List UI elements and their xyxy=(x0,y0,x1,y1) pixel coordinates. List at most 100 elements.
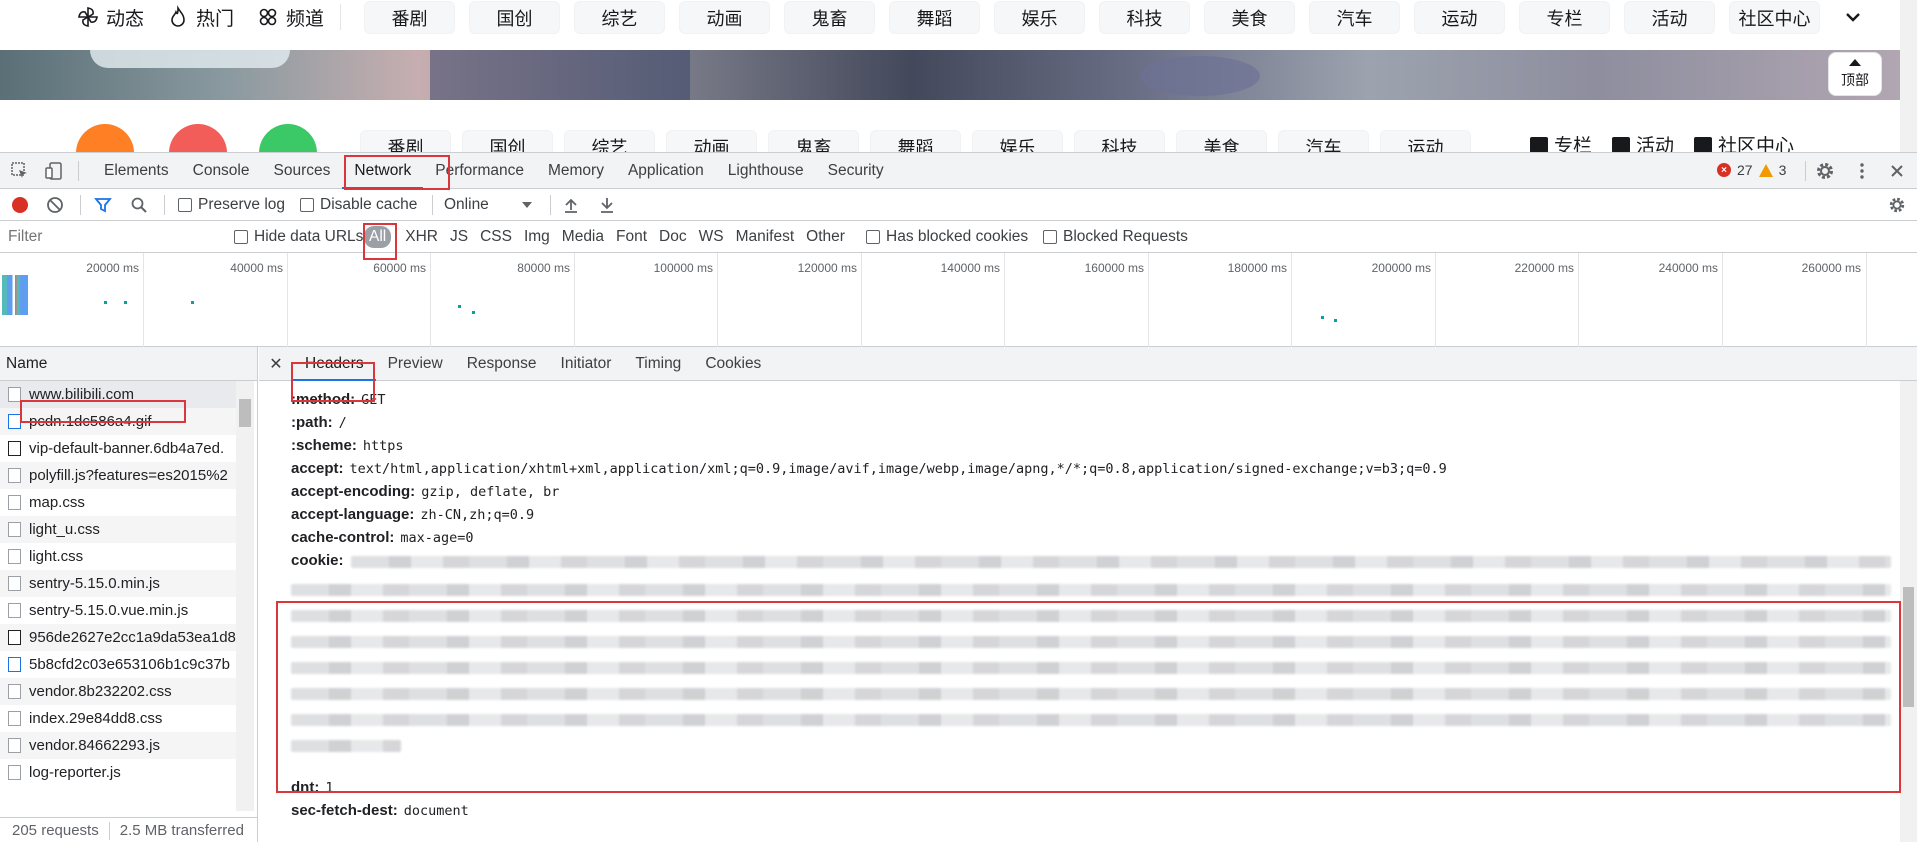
tab-security[interactable]: Security xyxy=(816,153,896,189)
category-button[interactable]: 科技 xyxy=(1099,1,1190,34)
request-row[interactable]: polyfill.js?features=es2015%2 xyxy=(0,462,236,489)
request-row[interactable]: light_u.css xyxy=(0,516,236,543)
record-icon[interactable] xyxy=(12,197,28,213)
scrollbar-thumb[interactable] xyxy=(1903,587,1914,707)
request-list-scrollbar[interactable] xyxy=(236,381,254,811)
filter-funnel-icon[interactable] xyxy=(94,196,112,214)
request-row[interactable]: log-reporter.js xyxy=(0,759,236,786)
request-row[interactable]: vendor.8b232202.css xyxy=(0,678,236,705)
filter-manifest[interactable]: Manifest xyxy=(730,228,801,246)
category-circle-icon[interactable] xyxy=(259,124,317,152)
disable-cache-option[interactable]: Disable cache xyxy=(300,189,417,221)
filter-ws[interactable]: WS xyxy=(693,228,730,246)
filter-css[interactable]: CSS xyxy=(474,228,518,246)
category-button[interactable]: 运动 xyxy=(1380,130,1471,152)
detail-scrollbar[interactable] xyxy=(1900,381,1917,842)
link-community[interactable]: 社区中心 xyxy=(1694,131,1794,152)
chevron-down-icon[interactable] xyxy=(1842,6,1864,28)
category-button[interactable]: 社区中心 xyxy=(1729,1,1820,34)
category-button[interactable]: 国创 xyxy=(469,1,560,34)
category-button[interactable]: 鬼畜 xyxy=(784,1,875,34)
category-button[interactable]: 娱乐 xyxy=(994,1,1085,34)
category-button[interactable]: 国创 xyxy=(462,130,553,152)
search-icon[interactable] xyxy=(130,196,148,214)
has-blocked-cookies-option[interactable]: Has blocked cookies xyxy=(866,221,1028,253)
category-button[interactable]: 运动 xyxy=(1414,1,1505,34)
issues-counter[interactable]: × 27 3 xyxy=(1717,162,1786,178)
category-button[interactable]: 动画 xyxy=(679,1,770,34)
preserve-log-option[interactable]: Preserve log xyxy=(178,189,285,221)
back-to-top-button[interactable]: 顶部 xyxy=(1828,52,1882,96)
more-options-icon[interactable] xyxy=(1852,161,1872,181)
throttling-select[interactable]: Online xyxy=(444,189,532,221)
link-activity[interactable]: 活动 xyxy=(1612,131,1674,152)
category-button[interactable]: 动画 xyxy=(666,130,757,152)
nav-dynamic[interactable]: 动态 xyxy=(76,4,144,31)
filter-js[interactable]: JS xyxy=(444,228,474,246)
tab-network[interactable]: Network xyxy=(342,153,424,189)
filter-media[interactable]: Media xyxy=(556,228,610,246)
blocked-requests-option[interactable]: Blocked Requests xyxy=(1043,221,1188,253)
clear-icon[interactable] xyxy=(46,196,64,214)
request-row[interactable]: 956de2627e2cc1a9da53ea1d8 xyxy=(0,624,236,651)
tab-timing[interactable]: Timing xyxy=(623,347,693,381)
settings-gear-icon[interactable] xyxy=(1815,161,1835,181)
nav-hot[interactable]: 热门 xyxy=(166,4,234,31)
category-button[interactable]: 科技 xyxy=(1074,130,1165,152)
tab-memory[interactable]: Memory xyxy=(536,153,616,189)
filter-other[interactable]: Other xyxy=(800,228,851,246)
filter-img[interactable]: Img xyxy=(518,228,556,246)
tab-headers[interactable]: Headers xyxy=(293,347,376,381)
category-button[interactable]: 舞蹈 xyxy=(870,130,961,152)
category-button[interactable]: 娱乐 xyxy=(972,130,1063,152)
close-detail-icon[interactable]: ✕ xyxy=(259,354,293,374)
category-circle-icon[interactable] xyxy=(169,124,227,152)
filter-doc[interactable]: Doc xyxy=(653,228,693,246)
device-toolbar-icon[interactable] xyxy=(44,161,64,181)
hide-data-urls-checkbox[interactable] xyxy=(234,230,248,244)
category-button[interactable]: 汽车 xyxy=(1309,1,1400,34)
network-overview-timeline[interactable]: 20000 ms 40000 ms 60000 ms 80000 ms 1000… xyxy=(0,253,1917,347)
tab-performance[interactable]: Performance xyxy=(423,153,536,189)
disable-cache-checkbox[interactable] xyxy=(300,198,314,212)
category-button[interactable]: 舞蹈 xyxy=(889,1,980,34)
tab-preview[interactable]: Preview xyxy=(376,347,455,381)
has-blocked-cookies-checkbox[interactable] xyxy=(866,230,880,244)
category-button[interactable]: 美食 xyxy=(1176,130,1267,152)
inspect-element-icon[interactable] xyxy=(10,161,30,181)
filter-xhr[interactable]: XHR xyxy=(399,228,444,246)
category-button[interactable]: 鬼畜 xyxy=(768,130,859,152)
tab-response[interactable]: Response xyxy=(455,347,549,381)
tab-initiator[interactable]: Initiator xyxy=(549,347,624,381)
category-circle-icon[interactable] xyxy=(76,124,134,152)
request-row[interactable]: pcdn.1dc586a4.gif xyxy=(0,408,236,435)
tab-console[interactable]: Console xyxy=(181,153,262,189)
tab-lighthouse[interactable]: Lighthouse xyxy=(716,153,816,189)
link-article[interactable]: 专栏 xyxy=(1530,131,1592,152)
hide-data-urls-option[interactable]: Hide data URLs xyxy=(234,221,363,253)
tab-cookies[interactable]: Cookies xyxy=(693,347,773,381)
export-har-icon[interactable] xyxy=(598,196,616,214)
tab-elements[interactable]: Elements xyxy=(92,153,181,189)
tab-application[interactable]: Application xyxy=(616,153,716,189)
category-button[interactable]: 综艺 xyxy=(574,1,665,34)
close-devtools-icon[interactable] xyxy=(1887,161,1907,181)
tab-sources[interactable]: Sources xyxy=(262,153,343,189)
network-settings-icon[interactable] xyxy=(1888,196,1906,214)
blocked-requests-checkbox[interactable] xyxy=(1043,230,1057,244)
request-row[interactable]: 5b8cfd2c03e653106b1c9c37b xyxy=(0,651,236,678)
request-row[interactable]: map.css xyxy=(0,489,236,516)
category-button[interactable]: 汽车 xyxy=(1278,130,1369,152)
request-row[interactable]: vendor.84662293.js xyxy=(0,732,236,759)
filter-font[interactable]: Font xyxy=(610,228,653,246)
category-button[interactable]: 番剧 xyxy=(360,130,451,152)
nav-channels[interactable]: 频道 xyxy=(256,4,324,31)
name-column-header[interactable]: Name xyxy=(0,347,257,381)
category-button[interactable]: 番剧 xyxy=(364,1,455,34)
category-button[interactable]: 美食 xyxy=(1204,1,1295,34)
scrollbar-thumb[interactable] xyxy=(239,399,251,427)
import-har-icon[interactable] xyxy=(562,196,580,214)
request-row[interactable]: sentry-5.15.0.min.js xyxy=(0,570,236,597)
category-button[interactable]: 综艺 xyxy=(564,130,655,152)
request-row[interactable]: index.29e84dd8.css xyxy=(0,705,236,732)
